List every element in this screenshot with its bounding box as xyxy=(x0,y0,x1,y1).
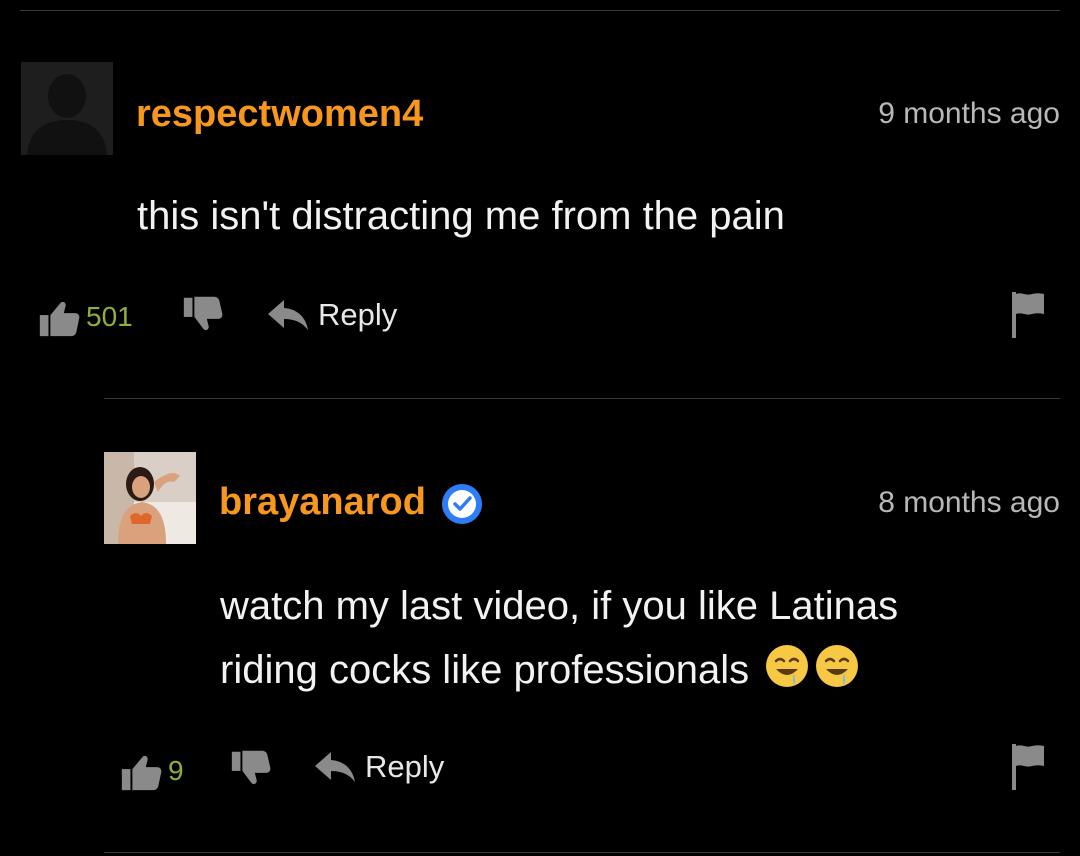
username-text[interactable]: brayanarod xyxy=(219,481,426,523)
comment-text-line: riding cocks like professionals xyxy=(220,638,898,702)
reply-arrow-icon xyxy=(315,752,355,782)
comment-text: watch my last video, if you like Latinas… xyxy=(220,574,898,702)
like-button[interactable]: 501 xyxy=(36,292,133,342)
thumbs-up-icon xyxy=(121,755,162,791)
verified-badge-icon xyxy=(441,483,482,524)
like-count: 9 xyxy=(168,755,184,786)
comment-text: this isn't distracting me from the pain xyxy=(137,194,785,238)
comment-text-line: watch my last video, if you like Latinas xyxy=(220,584,899,628)
like-count: 501 xyxy=(86,301,133,332)
username[interactable]: brayanarod xyxy=(219,480,484,526)
avatar[interactable] xyxy=(104,452,196,544)
flag-icon xyxy=(1012,744,1044,790)
thumbs-down-icon xyxy=(183,296,223,331)
user-photo-icon xyxy=(104,452,196,544)
bottom-divider xyxy=(104,852,1060,853)
thumbs-up-icon xyxy=(39,301,80,337)
username[interactable]: respectwomen4 xyxy=(136,92,423,136)
dislike-button[interactable] xyxy=(180,290,226,340)
thumbs-down-icon xyxy=(231,750,271,785)
flag-icon xyxy=(1012,292,1044,338)
top-divider xyxy=(20,10,1060,11)
reply-label: Reply xyxy=(318,297,398,332)
timestamp: 8 months ago xyxy=(878,486,1060,519)
dislike-button[interactable] xyxy=(228,744,274,794)
reply-button[interactable]: Reply xyxy=(313,742,444,792)
avatar[interactable] xyxy=(21,62,113,155)
drooling-face-emoji-icon xyxy=(816,645,859,687)
user-silhouette-icon xyxy=(21,62,113,155)
like-button[interactable]: 9 xyxy=(118,746,184,796)
reply-label: Reply xyxy=(365,749,445,784)
drooling-face-emoji-icon xyxy=(766,645,809,687)
flag-button[interactable] xyxy=(1010,290,1046,340)
reply-button[interactable]: Reply xyxy=(266,290,397,340)
reply-divider xyxy=(104,398,1060,399)
comment-text-line2: riding cocks like professionals xyxy=(220,648,750,692)
timestamp: 9 months ago xyxy=(878,97,1060,130)
reply-arrow-icon xyxy=(268,300,308,330)
flag-button[interactable] xyxy=(1010,742,1046,792)
